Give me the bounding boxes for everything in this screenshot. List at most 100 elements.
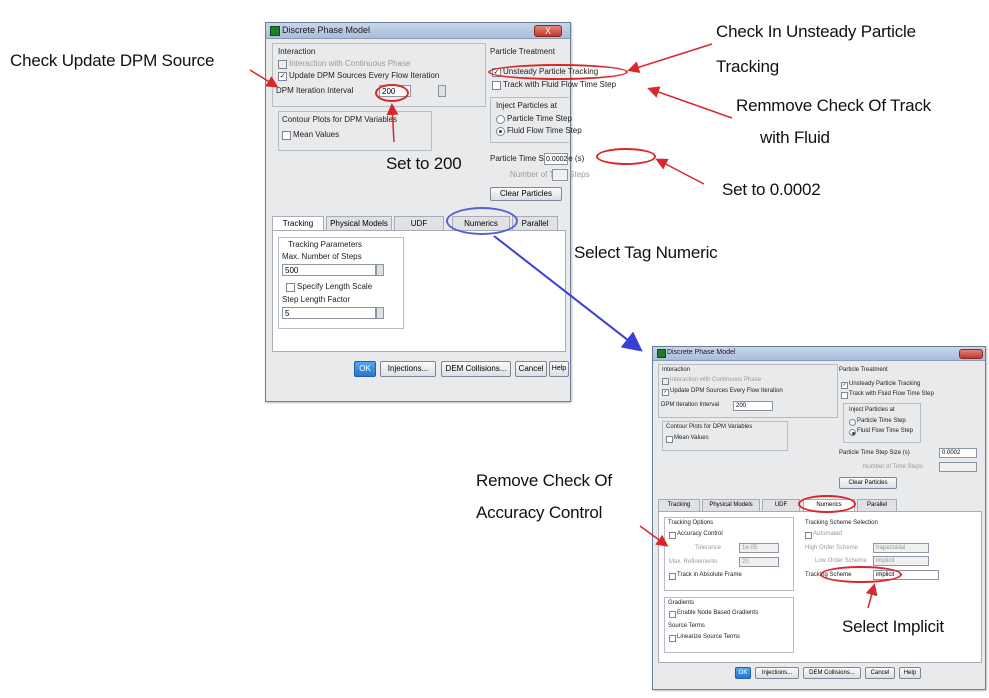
annotation-set-0002: Set to 0.0002 (722, 180, 821, 199)
tab2-tracking[interactable]: Tracking (658, 499, 700, 511)
update-sources-label-2: Update DPM Sources Every Flow Iteration (670, 388, 783, 394)
dialog2-title: Discrete Phase Model (667, 349, 736, 356)
automated-checkbox[interactable] (805, 532, 812, 539)
continuous-phase-label-2: Interaction with Continuous Phase (670, 377, 762, 383)
dialog2-titlebar: Discrete Phase Model (653, 347, 985, 361)
annotation-check-unsteady-1: Check In Unsteady Particle (716, 22, 916, 41)
ok-button[interactable]: OK (354, 361, 376, 377)
tab2-udf[interactable]: UDF (762, 499, 800, 511)
continuous-phase-checkbox[interactable] (278, 60, 287, 69)
high-order-select[interactable]: trapezoidal (873, 543, 929, 553)
iteration-interval-label: DPM Iteration Interval (276, 86, 354, 95)
highlight-time-step-size (596, 148, 656, 165)
arrow-time-step (655, 158, 705, 185)
time-step-size-label-2: Particle Time Step Size (s) (839, 450, 910, 456)
scheme-selection-label: Tracking Scheme Selection (805, 520, 878, 526)
update-sources-label: Update DPM Sources Every Flow Iteration (289, 71, 440, 80)
absolute-frame-checkbox[interactable] (669, 573, 676, 580)
track-fluid-checkbox-2[interactable] (841, 392, 848, 399)
time-step-size-input-2[interactable]: 0.0002 (939, 448, 977, 458)
node-based-label: Enable Node Based Gradients (677, 610, 759, 616)
annotation-remove-track-1: Remmove Check Of Track (736, 96, 931, 115)
particle-time-step-radio[interactable] (496, 115, 505, 124)
fluid-time-step-radio-2[interactable] (849, 429, 856, 436)
time-step-size-label: Particle Time Step Size (s) (490, 154, 585, 163)
max-steps-input[interactable]: 500 (282, 264, 376, 276)
clear-particles-button[interactable]: Clear Particles (490, 187, 562, 201)
contour-label-2: Contour Plots for DPM Variables (666, 424, 753, 430)
source-terms-label: Source Terms (668, 623, 705, 629)
dialog-titlebar: Discrete Phase Model X (266, 23, 570, 39)
clear-particles-button-2[interactable]: Clear Particles (839, 477, 897, 489)
annotation-select-tag: Select Tag Numeric (574, 243, 718, 262)
low-order-select[interactable]: implicit (873, 556, 929, 566)
max-refinements-input[interactable]: 20 (739, 557, 779, 567)
tab2-physical-models[interactable]: Physical Models (702, 499, 760, 511)
highlight-numerics-tab-2 (798, 495, 856, 513)
fluid-time-step-label-2: Fluid Flow Time Step (857, 428, 914, 434)
particle-time-step-radio-2[interactable] (849, 419, 856, 426)
specify-length-checkbox[interactable] (286, 283, 295, 292)
tab-udf[interactable]: UDF (394, 216, 444, 230)
node-based-checkbox[interactable] (669, 611, 676, 618)
help-button[interactable]: Help (549, 361, 569, 377)
close-icon[interactable]: X (534, 25, 562, 37)
particle-time-step-label: Particle Time Step (507, 114, 572, 123)
inject-label-2: Inject Particles at (849, 407, 895, 413)
tolerance-input[interactable]: 1e-05 (739, 543, 779, 553)
injections-button[interactable]: Injections... (380, 361, 436, 377)
max-refinements-label: Max. Refinements (669, 559, 718, 565)
tab-parallel[interactable]: Parallel (512, 216, 558, 230)
dem-collisions-button-2[interactable]: DEM Collisions... (803, 667, 861, 679)
mean-values-checkbox[interactable] (282, 131, 291, 140)
step-length-factor-spinner[interactable] (376, 307, 384, 319)
tolerance-label: Tolerance (695, 545, 722, 551)
fluent-app-icon (270, 26, 280, 36)
gradients-label: Gradients (668, 600, 695, 606)
annotation-select-implicit: Select Implicit (842, 617, 944, 636)
tab-tracking[interactable]: Tracking (272, 216, 324, 230)
cancel-button-2[interactable]: Cancel (865, 667, 895, 679)
help-button-2[interactable]: Help (899, 667, 921, 679)
tab-physical-models[interactable]: Physical Models (326, 216, 392, 230)
annotation-check-unsteady-2: Tracking (716, 57, 779, 76)
max-steps-spinner[interactable] (376, 264, 384, 276)
tab2-parallel[interactable]: Parallel (857, 499, 897, 511)
update-sources-checkbox[interactable]: ✓ (278, 72, 287, 81)
mean-values-label-2: Mean Values (674, 435, 709, 441)
continuous-phase-checkbox-2[interactable] (662, 378, 669, 385)
injections-button-2[interactable]: Injections... (755, 667, 799, 679)
arrow-track-fluid (647, 86, 733, 119)
inject-label: Inject Particles at (496, 101, 557, 110)
absolute-frame-label: Track in Absolute Frame (677, 572, 742, 578)
ok-button-2[interactable]: OK (735, 667, 751, 679)
max-steps-label: Max. Number of Steps (282, 252, 362, 261)
number-time-steps-input[interactable] (552, 169, 568, 181)
step-length-factor-input[interactable]: 5 (282, 307, 376, 319)
accuracy-control-checkbox[interactable] (669, 532, 676, 539)
mean-values-checkbox-2[interactable] (666, 436, 673, 443)
linearize-label: Linearize Source Terms (677, 634, 740, 640)
number-time-steps-input-2[interactable] (939, 462, 977, 472)
iteration-interval-spinner[interactable] (438, 85, 446, 97)
low-order-label: Low Order Scheme (815, 558, 867, 564)
automated-label: Automated (813, 531, 843, 537)
arrow-unsteady (627, 43, 713, 73)
dpm-dialog-numerics: Discrete Phase Model Interaction Interac… (652, 346, 986, 690)
iteration-interval-input-2[interactable]: 200 (733, 401, 773, 411)
cancel-button[interactable]: Cancel (515, 361, 547, 377)
time-step-size-input[interactable]: 0.0002 (544, 153, 568, 165)
close-icon[interactable] (959, 349, 983, 359)
dialog-title: Discrete Phase Model (282, 25, 371, 35)
interaction-label: Interaction (278, 47, 316, 56)
dem-collisions-button[interactable]: DEM Collisions... (441, 361, 511, 377)
track-fluid-checkbox[interactable] (492, 81, 501, 90)
step-length-factor-label: Step Length Factor (282, 295, 351, 304)
update-sources-checkbox-2[interactable]: ✓ (662, 389, 669, 396)
highlight-tracking-scheme (820, 566, 902, 583)
unsteady-tracking-checkbox-2[interactable]: ✓ (841, 382, 848, 389)
linearize-checkbox[interactable] (669, 635, 676, 642)
fluid-time-step-radio[interactable] (496, 127, 505, 136)
fluid-time-step-label: Fluid Flow Time Step (507, 126, 582, 135)
annotation-check-update: Check Update DPM Source (10, 51, 215, 70)
